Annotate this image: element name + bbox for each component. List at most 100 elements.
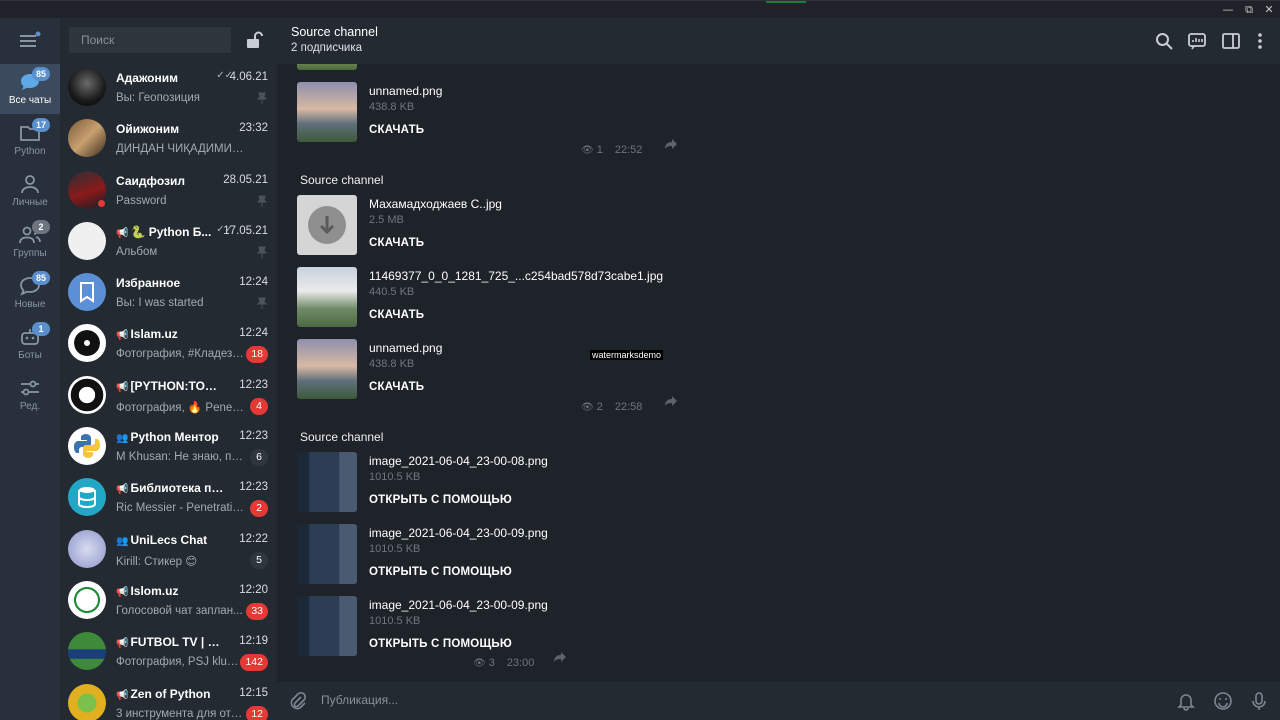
chat-row[interactable]: Саидфозил 28.05.21 Password (60, 165, 277, 216)
chat-time: 12:20 (239, 583, 268, 596)
file-size: 2.5 MB (369, 214, 404, 226)
chat-row[interactable]: 👥 UniLecs Chat 12:22 Kirill: Стикер 😊 5 (60, 524, 277, 575)
chat-time: 12:15 (239, 686, 268, 699)
chat-time: 28.05.21 (223, 173, 268, 186)
folder-python[interactable]: 17 Python (0, 115, 60, 165)
avatar (68, 68, 106, 106)
download-button[interactable]: СКАЧАТЬ (369, 124, 424, 136)
unread-badge: 12 (246, 705, 268, 720)
message-sender[interactable]: Source channel (300, 173, 383, 187)
attach-icon[interactable] (287, 691, 307, 711)
file-thumbnail[interactable] (297, 596, 357, 656)
chat-row[interactable]: 📢FUTBOL TV | RAS... 12:19 Фотография, PS… (60, 626, 277, 677)
file-message[interactable]: image_2021-06-04_23-00-09.png 1010.5 KB … (297, 596, 717, 658)
microphone-icon[interactable] (1249, 691, 1269, 711)
folder-label: Ред. (19, 401, 41, 412)
download-button[interactable]: СКАЧАТЬ (369, 309, 424, 321)
message-composer[interactable]: Публикация... (277, 682, 1280, 720)
bookmark-icon (80, 282, 94, 304)
chat-row[interactable]: Ойижоним 23:32 ДИНДАН ЧИҚАДИМИ ... (60, 113, 277, 164)
download-button[interactable]: СКАЧАТЬ (369, 381, 424, 393)
search-input[interactable]: Поиск (69, 27, 231, 53)
message-sender[interactable]: Source channel (300, 430, 383, 444)
open-with-button[interactable]: ОТКРЫТЬ С ПОМОЩЬЮ (369, 494, 512, 506)
file-thumbnail[interactable] (297, 195, 357, 255)
chat-row[interactable]: 📢 [PYTHON:TODAY] 12:23 Фотография, 🔥 Pene… (60, 370, 277, 421)
notification-bell-icon[interactable] (1176, 691, 1196, 711)
message-history[interactable]: unnamed.png 438.8 KB СКАЧАТЬ 👁 1 22:52 So… (277, 64, 1280, 680)
views-icon: 👁 (581, 145, 594, 156)
minimize-button[interactable]: — (1220, 3, 1236, 17)
channel-icon: 📢 (116, 330, 129, 342)
file-size: 1010.5 KB (369, 543, 421, 555)
share-icon[interactable] (553, 651, 567, 663)
live-stream-icon[interactable] (1187, 31, 1207, 51)
file-name: Махамадходжаев С..jpg (369, 197, 502, 211)
file-message[interactable]: unnamed.png 438.8 KB СКАЧАТЬ (297, 339, 717, 401)
chat-row[interactable]: 📢Библиотека прог... 12:23 Ric Messier - … (60, 472, 277, 523)
file-message-partial (297, 64, 717, 70)
message-meta: 👁 3 23:00 (473, 657, 534, 669)
chat-title[interactable]: Source channel (291, 25, 378, 39)
folder-badge: 1 (32, 322, 50, 336)
open-with-button[interactable]: ОТКРЫТЬ С ПОМОЩЬЮ (369, 638, 512, 650)
file-thumbnail[interactable] (297, 452, 357, 512)
share-icon[interactable] (664, 395, 678, 407)
avatar (68, 529, 106, 568)
close-button[interactable]: ✕ (1261, 3, 1277, 17)
download-button[interactable]: СКАЧАТЬ (369, 237, 424, 249)
folder-new[interactable]: 85 Новые (0, 268, 60, 318)
download-circle-icon[interactable] (297, 195, 357, 255)
avatar (68, 221, 106, 260)
open-with-button[interactable]: ОТКРЫТЬ С ПОМОЩЬЮ (369, 566, 512, 578)
restore-button[interactable]: ⧉ (1241, 3, 1257, 17)
chat-row[interactable]: 👥 Python Ментор 12:23 M Khusan: Не знаю, … (60, 421, 277, 472)
chat-time: 12:24 (239, 327, 268, 340)
chat-row[interactable]: 📢 Zen of Python 12:15 3 инструмента для о… (60, 678, 277, 720)
emoji-icon[interactable] (1213, 691, 1233, 711)
more-options-icon[interactable] (1250, 31, 1270, 51)
share-icon[interactable] (664, 138, 678, 150)
person-icon (21, 175, 39, 194)
group-chat-icon: 👥 (116, 535, 129, 547)
file-name: image_2021-06-04_23-00-09.png (369, 526, 548, 540)
chat-name: 📢FUTBOL TV | RAS... (116, 635, 224, 649)
chat-row[interactable]: 📢 Islam.uz 12:24 Фотография, #Кладезь... … (60, 318, 277, 369)
file-message[interactable]: image_2021-06-04_23-00-08.png 1010.5 KB … (297, 452, 717, 514)
folder-bots[interactable]: 1 Боты (0, 319, 60, 369)
file-thumbnail[interactable] (297, 267, 357, 327)
channel-icon: 📢 (116, 227, 129, 239)
file-thumbnail[interactable] (297, 339, 357, 399)
search-icon[interactable] (1154, 31, 1174, 51)
file-message[interactable]: unnamed.png 438.8 KB СКАЧАТЬ (297, 82, 717, 144)
watermark-label: watermarksdemo (590, 350, 664, 360)
folder-edit[interactable]: Ред. (0, 370, 60, 420)
file-thumbnail[interactable] (297, 82, 357, 142)
file-name: image_2021-06-04_23-00-09.png (369, 598, 548, 612)
chat-time: 12:24 (239, 276, 268, 289)
chat-row[interactable]: Избранное 12:24 Вы: I was started (60, 267, 277, 318)
chat-header[interactable]: Source channel 2 подписчика (277, 18, 1280, 64)
folder-all-chats[interactable]: 85 Все чаты (0, 64, 60, 114)
window-titlebar: — ⧉ ✕ (0, 0, 1280, 18)
sidebar-toggle-icon[interactable] (1221, 31, 1241, 51)
file-message[interactable]: Махамадходжаев С..jpg 2.5 MB СКАЧАТЬ (297, 195, 717, 257)
file-message[interactable]: image_2021-06-04_23-00-09.png 1010.5 KB … (297, 524, 717, 586)
folder-groups[interactable]: 2 Группы (0, 217, 60, 267)
lock-icon[interactable] (244, 30, 264, 50)
chat-name-text: UniLecs Chat (130, 532, 208, 547)
message-input[interactable]: Публикация... (321, 693, 398, 707)
edit-filters-icon (21, 380, 39, 396)
channel-icon: 📢 (116, 484, 129, 496)
file-thumbnail[interactable] (297, 524, 357, 584)
python-logo-icon (74, 434, 100, 459)
chat-row[interactable]: Адажоним ✓✓ 4.06.21 Вы: Геопозиция (60, 62, 277, 113)
message-time: 23:00 (506, 657, 535, 669)
chat-row[interactable]: 📢 🐍 Python Б... ✓✓ 17.05.21 Альбом (60, 216, 277, 267)
chat-time: 23:32 (239, 122, 268, 135)
file-message[interactable]: 11469377_0_0_1281_725_...c254bad578d73ca… (297, 267, 717, 329)
folder-personal[interactable]: Личные (0, 166, 60, 216)
hamburger-menu-icon[interactable] (18, 30, 42, 52)
chat-name-text: [PYTHON:TODAY] (130, 378, 224, 393)
chat-row[interactable]: 📢 Islom.uz 12:20 Голосовой чат заплан... … (60, 575, 277, 626)
